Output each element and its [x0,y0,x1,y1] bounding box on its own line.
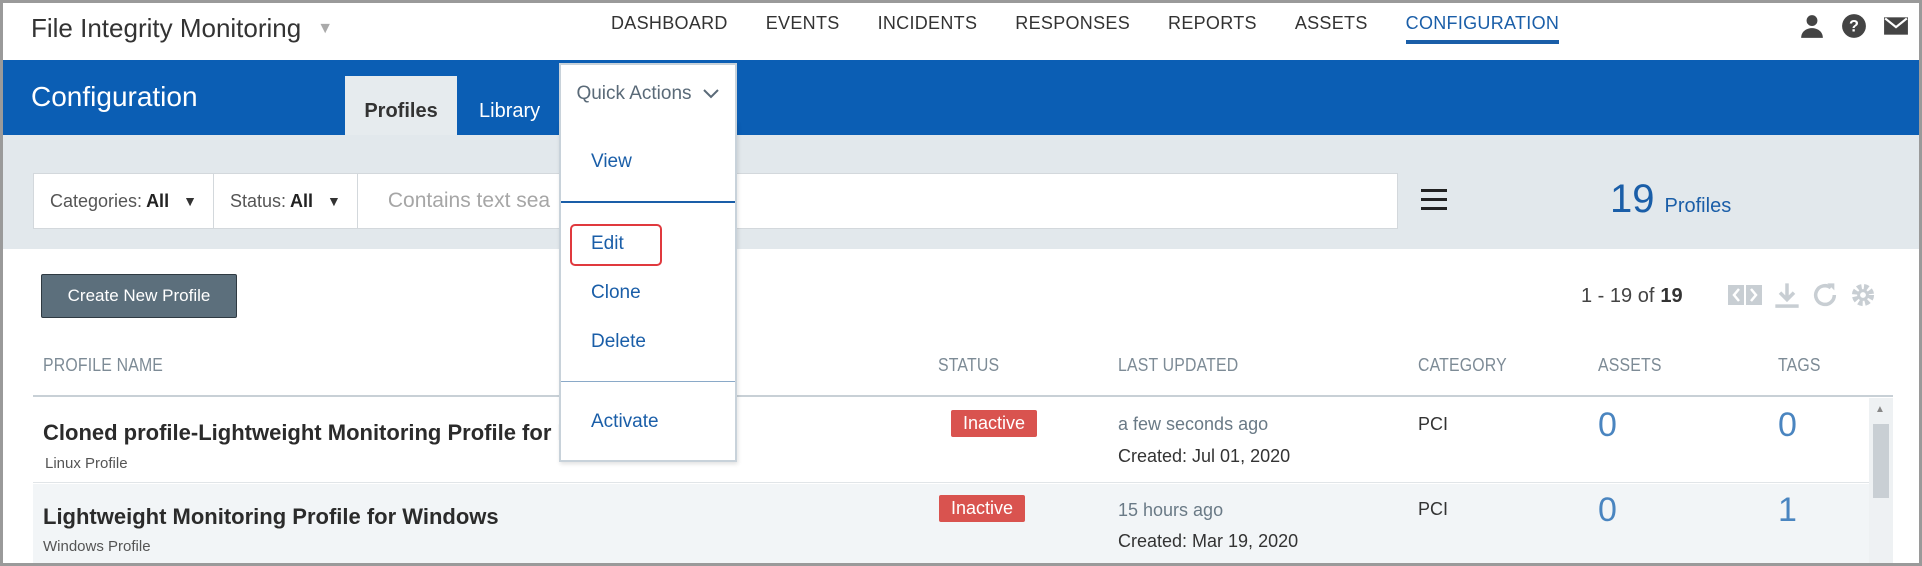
page-title: Configuration [31,81,198,112]
nav-dashboard[interactable]: DASHBOARD [592,13,747,42]
scrollbar-thumb[interactable] [1873,424,1889,498]
table-scrollbar[interactable]: ▲ [1869,398,1893,563]
profile-count-number: 19 [1610,177,1655,221]
help-icon[interactable]: ? [1841,13,1867,39]
main-nav: DASHBOARD EVENTS INCIDENTS RESPONSES REP… [592,13,1579,44]
filter-area: Categories: All ▼ Status: All ▼ Contains… [3,135,1919,249]
last-updated: 15 hours ago [1118,500,1224,520]
column-header-name[interactable]: PROFILE NAME [43,355,163,376]
app-frame: File Integrity Monitoring ▼ DASHBOARD EV… [0,0,1922,566]
download-icon[interactable] [1773,281,1801,309]
created-date: Created: Jul 01, 2020 [1118,446,1291,466]
pager-arrows-icon[interactable] [1727,281,1763,309]
profile-name[interactable]: Cloned profile-Lightweight Monitoring Pr… [43,420,577,446]
column-header-category[interactable]: CATEGORY [1418,355,1507,376]
column-header-tags[interactable]: TAGS [1778,355,1821,376]
pagination-total: 19 [1660,285,1683,307]
user-icon[interactable] [1799,13,1825,39]
nav-responses[interactable]: RESPONSES [996,13,1149,42]
quick-actions-label: Quick Actions [576,83,692,104]
pagination-info: 1 - 19 of 19 [1581,285,1683,308]
search-input[interactable]: Contains text sea [358,189,550,213]
status-filter[interactable]: Status: All ▼ [214,174,358,228]
app-title: File Integrity Monitoring [31,13,302,43]
table-row[interactable]: Lightweight Monitoring Profile for Windo… [33,484,1869,563]
menu-item-view[interactable]: View [591,151,632,173]
menu-item-edit[interactable]: Edit [591,233,624,255]
nav-reports[interactable]: REPORTS [1149,13,1276,42]
dropdown-arrow-icon: ▼ [326,193,341,209]
nav-events[interactable]: EVENTS [747,13,859,42]
profile-count: 19 Profiles [1610,177,1731,222]
chevron-down-icon [702,89,719,99]
app-switcher[interactable]: File Integrity Monitoring ▼ [31,13,333,44]
menu-item-activate[interactable]: Activate [591,411,659,433]
quick-actions-button[interactable]: Quick Actions [559,63,737,123]
dropdown-arrow-icon: ▼ [183,193,197,209]
menu-item-delete[interactable]: Delete [591,331,646,353]
category: PCI [1418,499,1449,519]
page-header: Configuration Profiles Library [3,60,1919,135]
create-new-profile-button[interactable]: Create New Profile [41,274,237,318]
nav-assets[interactable]: ASSETS [1276,13,1387,42]
status-badge: Inactive [939,495,1026,522]
nav-configuration[interactable]: CONFIGURATION [1387,13,1579,44]
tab-library[interactable]: Library [459,76,560,135]
profile-type: Windows Profile [43,538,151,555]
tags-count[interactable]: 0 [1778,406,1797,445]
profile-count-label: Profiles [1664,195,1732,217]
categories-filter[interactable]: Categories: All ▼ [34,174,214,228]
table-tools [1727,281,1877,309]
tab-profiles[interactable]: Profiles [345,76,457,135]
tags-count[interactable]: 1 [1778,491,1797,530]
refresh-icon[interactable] [1811,281,1839,309]
mail-icon[interactable] [1883,13,1909,39]
chevron-down-icon[interactable]: ▼ [317,20,333,38]
settings-icon[interactable] [1849,281,1877,309]
status-value: All [289,190,313,211]
hamburger-icon[interactable] [1421,189,1447,216]
categories-label: Categories: [50,190,143,211]
scroll-up-icon[interactable]: ▲ [1875,404,1885,415]
last-updated: a few seconds ago [1118,414,1269,434]
assets-count[interactable]: 0 [1598,406,1617,445]
created-date: Created: Mar 19, 2020 [1118,531,1299,551]
column-header-assets[interactable]: ASSETS [1598,355,1662,376]
profile-type: Linux Profile [45,455,128,472]
table-row[interactable]: Cloned profile-Lightweight Monitoring Pr… [33,398,1869,483]
nav-incidents[interactable]: INCIDENTS [859,13,997,42]
categories-value: All [146,190,170,211]
column-header-status[interactable]: STATUS [938,355,999,376]
menu-item-clone[interactable]: Clone [591,282,641,304]
profile-name[interactable]: Lightweight Monitoring Profile for Windo… [43,504,499,530]
assets-count[interactable]: 0 [1598,491,1617,530]
category: PCI [1418,414,1449,434]
menu-divider [561,381,735,382]
column-header-last-updated[interactable]: LAST UPDATED [1118,355,1238,376]
svg-text:?: ? [1849,17,1859,35]
menu-divider [561,201,735,203]
pagination-range: 1 - 19 of [1581,285,1655,307]
table-header: PROFILE NAME STATUS LAST UPDATED CATEGOR… [33,349,1893,397]
status-badge: Inactive [951,410,1038,437]
top-icons: ? [1799,13,1909,39]
quick-actions-menu: View Edit Clone Delete Activate [559,121,737,462]
status-label: Status: [229,190,286,211]
top-bar: File Integrity Monitoring ▼ DASHBOARD EV… [3,3,1919,60]
